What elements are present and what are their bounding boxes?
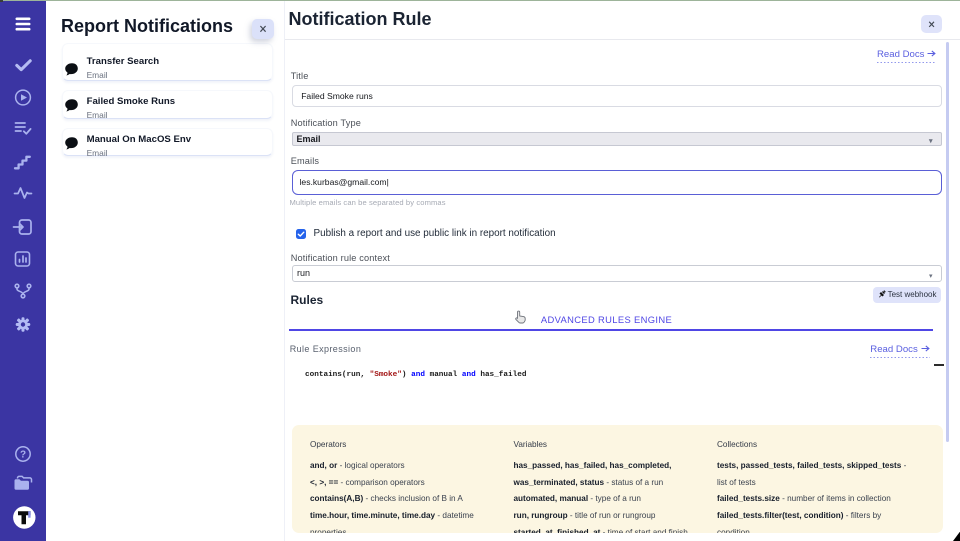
svg-text:?: ? bbox=[20, 449, 26, 460]
